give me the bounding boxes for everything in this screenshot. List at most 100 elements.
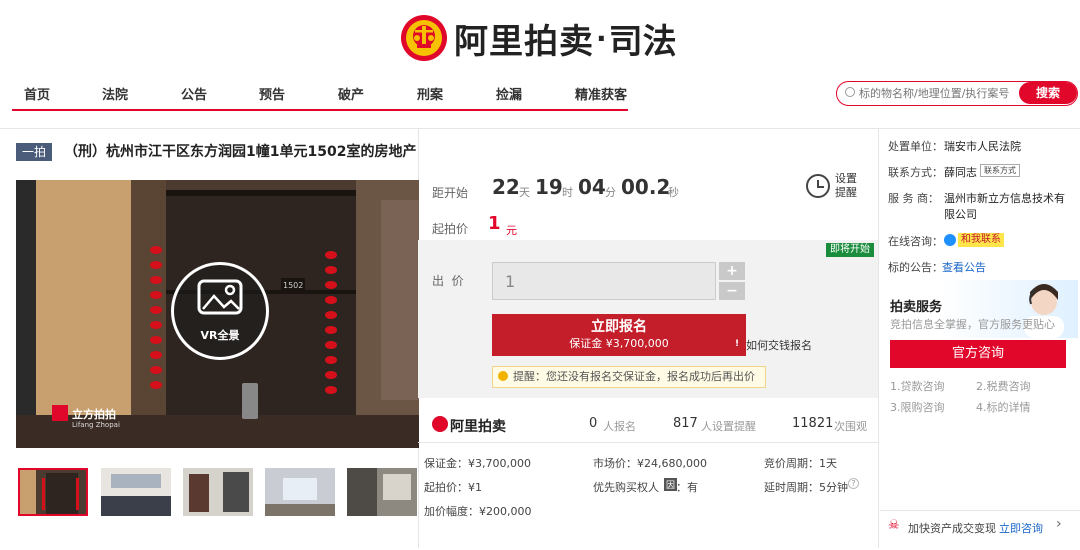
disposal-unit-label: 处置单位： [888,140,943,153]
court-emblem-icon [401,15,447,61]
countdown-seconds: 00.2 [621,175,671,199]
notice-label: 标的公告： [888,261,943,274]
provider-label: 服 务 商： [888,192,939,205]
thumbnail-image [101,468,171,516]
faq-purchase-limit[interactable]: 3.限购咨询 [890,399,945,415]
thumbnail-4[interactable] [265,468,335,516]
room-number: 1502 [283,281,303,290]
decrease-bid-button[interactable]: − [719,282,745,300]
divider [418,442,878,443]
nav-bankruptcy[interactable]: 破产 [338,84,364,103]
start-price-value: 1 [488,213,501,234]
views-count: 11821 [792,416,834,431]
thumbnail-image [347,468,417,516]
view-notice-link[interactable]: 查看公告 [942,259,986,275]
registered-label: 人报名 [603,420,636,433]
contact-label: 联系方式： [888,166,943,179]
hours-unit: 时 [562,186,573,199]
faq-loan[interactable]: 1.贷款咨询 [890,378,945,394]
consult-now-link[interactable]: 立即咨询 [999,520,1043,536]
vr-label: VR全景 [200,329,240,342]
contact-name: 薛同志 [944,166,977,179]
thumbnail-image [20,470,86,514]
start-price-label: 起拍价 [432,222,469,236]
logo-text: 阿里拍卖 [454,21,594,62]
search-input[interactable] [859,85,1019,102]
chevron-right-icon[interactable]: › [1056,516,1062,532]
divider [878,128,879,548]
disposal-unit: 瑞安市人民法院 [944,140,1021,153]
increase-bid-button[interactable]: + [719,262,745,280]
main-photo[interactable]: 1502 VR全景 立方拍拍 Lifang Zhopai [16,180,419,448]
thumbnail-1[interactable] [18,468,88,516]
nav-criminal[interactable]: 刑案 [417,84,443,103]
logo-subtext: 司法 [608,21,677,62]
auction-service-desc: 竞拍信息全掌握，官方服务更贴心 [890,318,1055,331]
lightbulb-icon [498,371,508,381]
vr-panorama-button[interactable]: VR全景 [171,262,269,360]
auction-round-badge: 一拍 [16,143,52,161]
speed-up-text: 加快资产成交变现 [908,522,996,535]
thumbnail-image [265,468,335,516]
days-unit: 天 [519,186,530,199]
priority-buyer-value: ：有 [676,481,698,494]
info-icon: ! [731,338,743,350]
nav-preview[interactable]: 预告 [259,84,285,103]
auction-service-title: 拍卖服务 [890,300,943,315]
search-box: 搜索 [836,81,1078,106]
reminder-text: 提醒：您还没有报名交保证金，报名成功后再出价 [513,370,755,383]
provider-line1: 温州市新立方信息技术有 [944,192,1065,205]
search-button[interactable]: 搜索 [1019,82,1077,104]
countdown-minutes: 04 [578,175,606,199]
set-reminder-line2: 提醒 [835,186,857,199]
reminder-notice: 提醒：您还没有报名交保证金，报名成功后再出价 [492,366,766,388]
search-icon [845,87,855,97]
watermark-text: 立方拍拍 [72,408,116,421]
seconds-unit: 秒 [668,186,679,199]
faq-item-detail[interactable]: 4.标的详情 [976,399,1031,415]
market-price-info: 市场价：¥24,680,000 [593,457,707,470]
listing-title: （刑）杭州市江干区东方润园1幢1单元1502室的房地产 [64,144,417,160]
priority-buyer-label: 优先购买权人 [593,481,659,494]
alarm-clock-icon[interactable] [806,174,830,198]
contact-me-button[interactable]: 和我联系 [958,233,1004,247]
online-consult-label: 在线咨询： [888,235,943,248]
thumbnail-5[interactable] [347,468,417,516]
nav-underline [12,109,628,111]
nav-precise-customers[interactable]: 精准获客 [575,84,627,103]
increment-info: 加价幅度：¥200,000 [424,505,532,518]
help-icon[interactable]: ? [848,478,859,489]
watermark-text-en: Lifang Zhopai [72,421,120,429]
set-reminder-button[interactable]: 设置 提醒 [835,172,857,200]
official-consult-button[interactable]: 官方咨询 [890,340,1066,368]
reminder-count-label: 人设置提醒 [701,420,756,433]
speed-icon: ☠ [888,518,900,533]
contact-button[interactable]: 联系方式 [980,164,1020,177]
thumbnail-image [183,468,253,516]
how-to-pay-link[interactable]: 如何交钱报名 [746,337,812,353]
bid-input[interactable] [492,262,716,300]
bid-label: 出 价 [432,274,464,288]
image-icon [197,279,243,315]
nav-home[interactable]: 首页 [24,84,50,103]
registered-count: 0 [589,416,598,431]
faq-tax[interactable]: 2.税费咨询 [976,378,1031,394]
views-label: 次围观 [834,420,867,433]
countdown-label: 距开始 [432,186,469,200]
nav-notice[interactable]: 公告 [181,84,207,103]
thumbnail-2[interactable] [101,468,171,516]
deposit-info: 保证金：¥3,700,000 [424,457,531,470]
divider [880,510,1080,511]
chat-icon [944,234,956,246]
start-price-info: 起拍价：¥1 [424,481,482,494]
register-button-label: 立即报名 [591,319,647,335]
register-button[interactable]: 立即报名 保证金 ¥3,700,000 [492,314,746,356]
nav-bargain[interactable]: 捡漏 [496,84,522,103]
nav-court[interactable]: 法院 [102,84,128,103]
logo-separator: · [596,21,607,55]
site-logo[interactable]: 阿里拍卖 · 司法 [400,10,677,66]
thumbnail-3[interactable] [183,468,253,516]
watermark-logo-icon [52,405,68,421]
bid-period-info: 竞价周期：1天 [764,457,837,470]
status-badge: 即将开始 [826,243,874,257]
